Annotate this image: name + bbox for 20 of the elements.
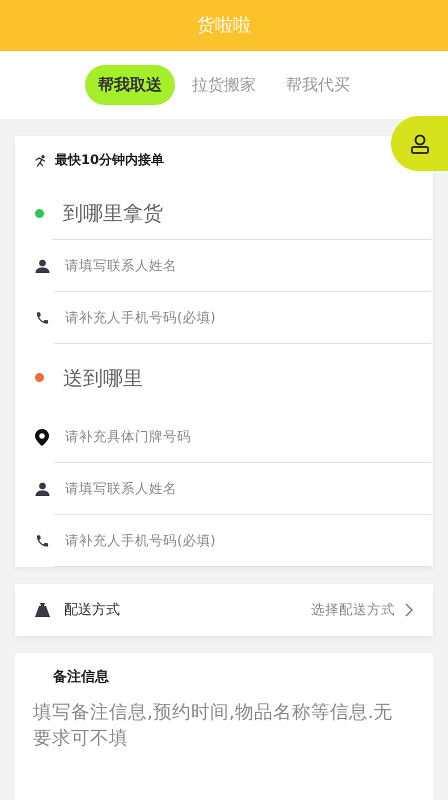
delivery-row[interactable]: 配送方式 选择配送方式: [15, 584, 433, 636]
phone-icon: [35, 310, 50, 326]
user-icon: [410, 134, 430, 154]
delivery-label: 配送方式: [64, 600, 120, 620]
tab[interactable]: 帮我取送: [85, 65, 175, 105]
section-title: 送到哪里: [63, 364, 143, 392]
remarks-field[interactable]: 填写备注信息,预约时间,物品名称等信息.无要求可不填: [15, 688, 433, 800]
profile-button[interactable]: [391, 116, 448, 171]
order-speed-note: 最快10分钟内接单: [55, 152, 164, 170]
chevron-icon: [405, 603, 413, 617]
person-icon: [35, 259, 50, 273]
person-icon: [35, 482, 50, 496]
location-pin-icon: [35, 428, 50, 446]
section-title: 到哪里拿货: [63, 200, 163, 226]
remarks-title: 备注信息: [15, 653, 433, 688]
delivery-value: 选择配送方式: [311, 600, 395, 620]
app-title: 货啦啦: [197, 14, 251, 38]
runner-icon: [35, 155, 47, 167]
phone-icon: [35, 533, 50, 549]
bag-icon: [35, 603, 50, 617]
